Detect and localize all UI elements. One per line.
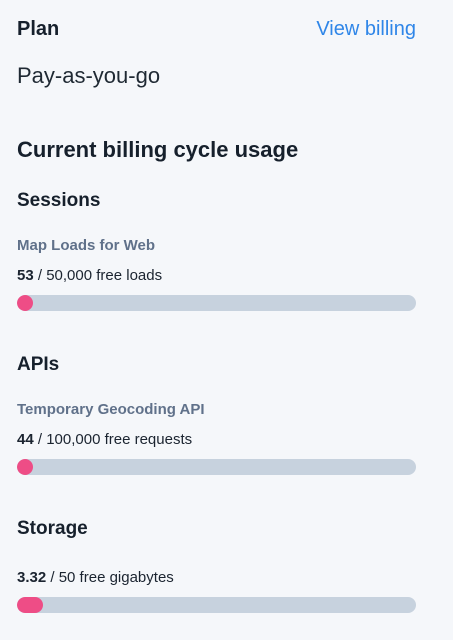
- plan-value: Pay-as-you-go: [17, 63, 161, 88]
- usage-limit-text: / 50 free gigabytes: [46, 569, 174, 586]
- usage-text-storage: 3.32 / 50 free gigabytes: [17, 568, 417, 588]
- usage-limit-text: / 100,000 free requests: [33, 431, 193, 448]
- usage-used-value: 44: [17, 431, 34, 448]
- progress-fill: [17, 295, 33, 311]
- metric-label-map-loads: Map Loads for Web: [17, 237, 156, 254]
- progress-fill: [17, 597, 44, 613]
- section-title-apis: APIs: [17, 354, 60, 375]
- progress-bar-geocoding-api: [17, 459, 416, 475]
- usage-used-value: 53: [17, 267, 34, 284]
- progress-bar-map-loads: [17, 295, 416, 311]
- section-title-sessions: Sessions: [17, 190, 101, 211]
- usage-text-geocoding-api: 44 / 100,000 free requests: [17, 430, 417, 450]
- progress-fill: [17, 459, 33, 475]
- section-title-storage: Storage: [17, 518, 88, 539]
- usage-limit-text: / 50,000 free loads: [33, 267, 163, 284]
- usage-used-value: 3.32: [17, 569, 47, 586]
- view-billing-link[interactable]: View billing: [316, 17, 416, 41]
- progress-bar-storage: [17, 597, 416, 613]
- usage-heading: Current billing cycle usage: [17, 137, 299, 162]
- usage-text-map-loads: 53 / 50,000 free loads: [17, 266, 417, 286]
- metric-label-geocoding-api: Temporary Geocoding API: [17, 401, 205, 418]
